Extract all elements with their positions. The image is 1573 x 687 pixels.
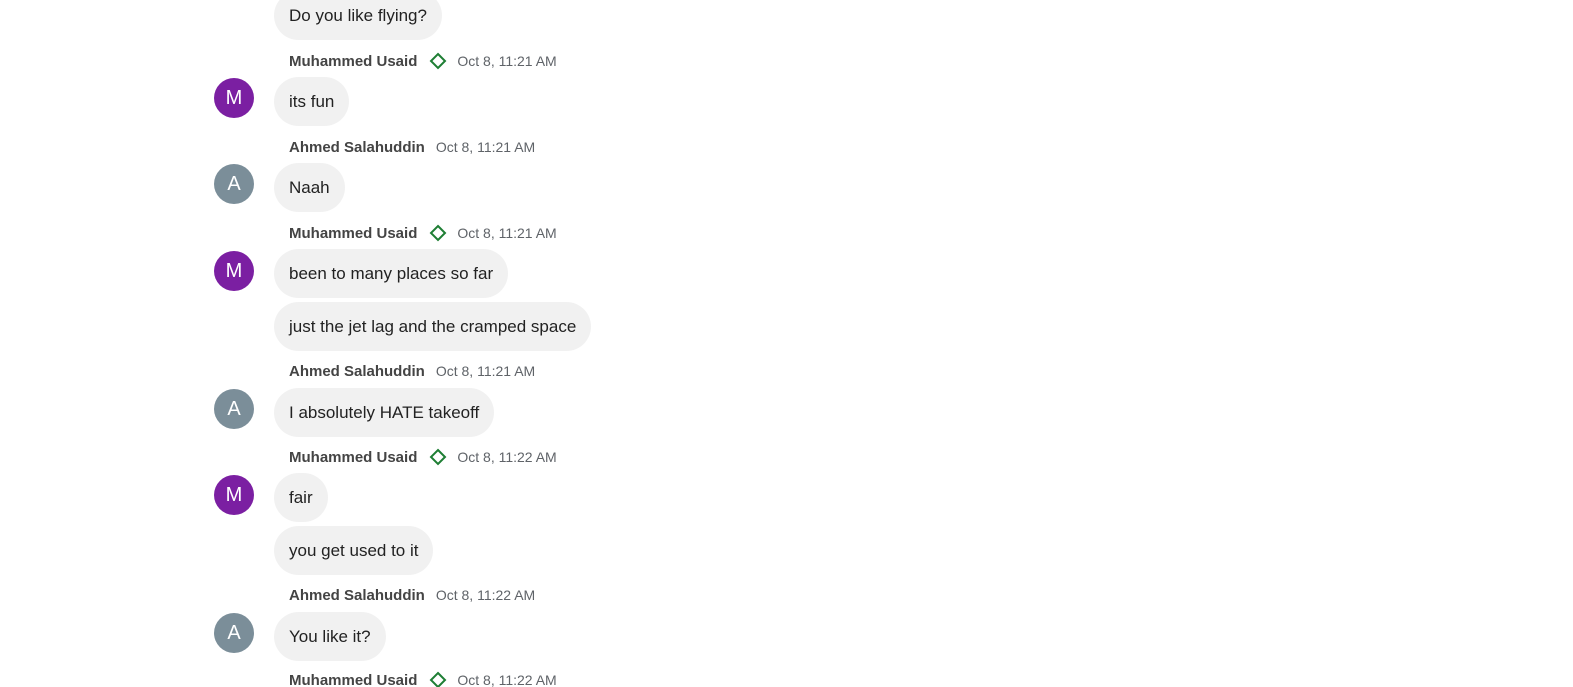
sender-name[interactable]: Ahmed Salahuddin: [289, 363, 425, 380]
message-bubble[interactable]: I absolutely HATE takeoff: [274, 388, 495, 437]
message-header: Ahmed Salahuddin Oct 8, 11:22 AM: [289, 585, 535, 605]
avatar[interactable]: M: [214, 475, 254, 515]
diamond-outline-icon: [429, 52, 447, 70]
message-bubble[interactable]: just the jet lag and the cramped space: [274, 302, 592, 351]
sender-name[interactable]: Ahmed Salahuddin: [289, 139, 425, 156]
chat-message-list[interactable]: Do you like flying? Muhammed Usaid Oct 8…: [0, 0, 1573, 687]
message-header: Muhammed Usaid Oct 8, 11:21 AM: [289, 51, 557, 71]
message-timestamp: Oct 8, 11:21 AM: [435, 139, 536, 155]
sender-name[interactable]: Muhammed Usaid: [289, 449, 417, 466]
message-timestamp: Oct 8, 11:21 AM: [435, 363, 536, 379]
message-bubble[interactable]: been to many places so far: [274, 249, 509, 298]
message-timestamp: Oct 8, 11:21 AM: [457, 225, 557, 241]
message-header: Ahmed Salahuddin Oct 8, 11:21 AM: [289, 361, 535, 381]
message-header: Muhammed Usaid Oct 8, 11:22 AM: [289, 670, 557, 687]
avatar[interactable]: M: [214, 78, 254, 118]
diamond-outline-icon: [429, 671, 447, 687]
diamond-outline-icon: [429, 448, 447, 466]
message-timestamp: Oct 8, 11:22 AM: [435, 587, 536, 603]
message-bubble[interactable]: fair: [274, 473, 328, 522]
message-header: Muhammed Usaid Oct 8, 11:21 AM: [289, 223, 557, 243]
message-header: Muhammed Usaid Oct 8, 11:22 AM: [289, 447, 557, 467]
message-timestamp: Oct 8, 11:22 AM: [457, 672, 557, 687]
diamond-outline-icon: [429, 224, 447, 242]
sender-name[interactable]: Ahmed Salahuddin: [289, 587, 425, 604]
avatar[interactable]: A: [214, 389, 254, 429]
avatar[interactable]: M: [214, 251, 254, 291]
message-bubble[interactable]: Do you like flying?: [274, 0, 442, 40]
message-bubble[interactable]: you get used to it: [274, 526, 434, 575]
message-timestamp: Oct 8, 11:22 AM: [457, 449, 557, 465]
message-timestamp: Oct 8, 11:21 AM: [457, 53, 557, 69]
message-bubble[interactable]: You like it?: [274, 612, 386, 661]
message-bubble[interactable]: Naah: [274, 163, 345, 212]
sender-name[interactable]: Muhammed Usaid: [289, 53, 417, 70]
sender-name[interactable]: Muhammed Usaid: [289, 672, 417, 687]
message-bubble[interactable]: its fun: [274, 77, 350, 126]
message-header: Ahmed Salahuddin Oct 8, 11:21 AM: [289, 137, 535, 157]
avatar[interactable]: A: [214, 613, 254, 653]
avatar[interactable]: A: [214, 164, 254, 204]
sender-name[interactable]: Muhammed Usaid: [289, 225, 417, 242]
